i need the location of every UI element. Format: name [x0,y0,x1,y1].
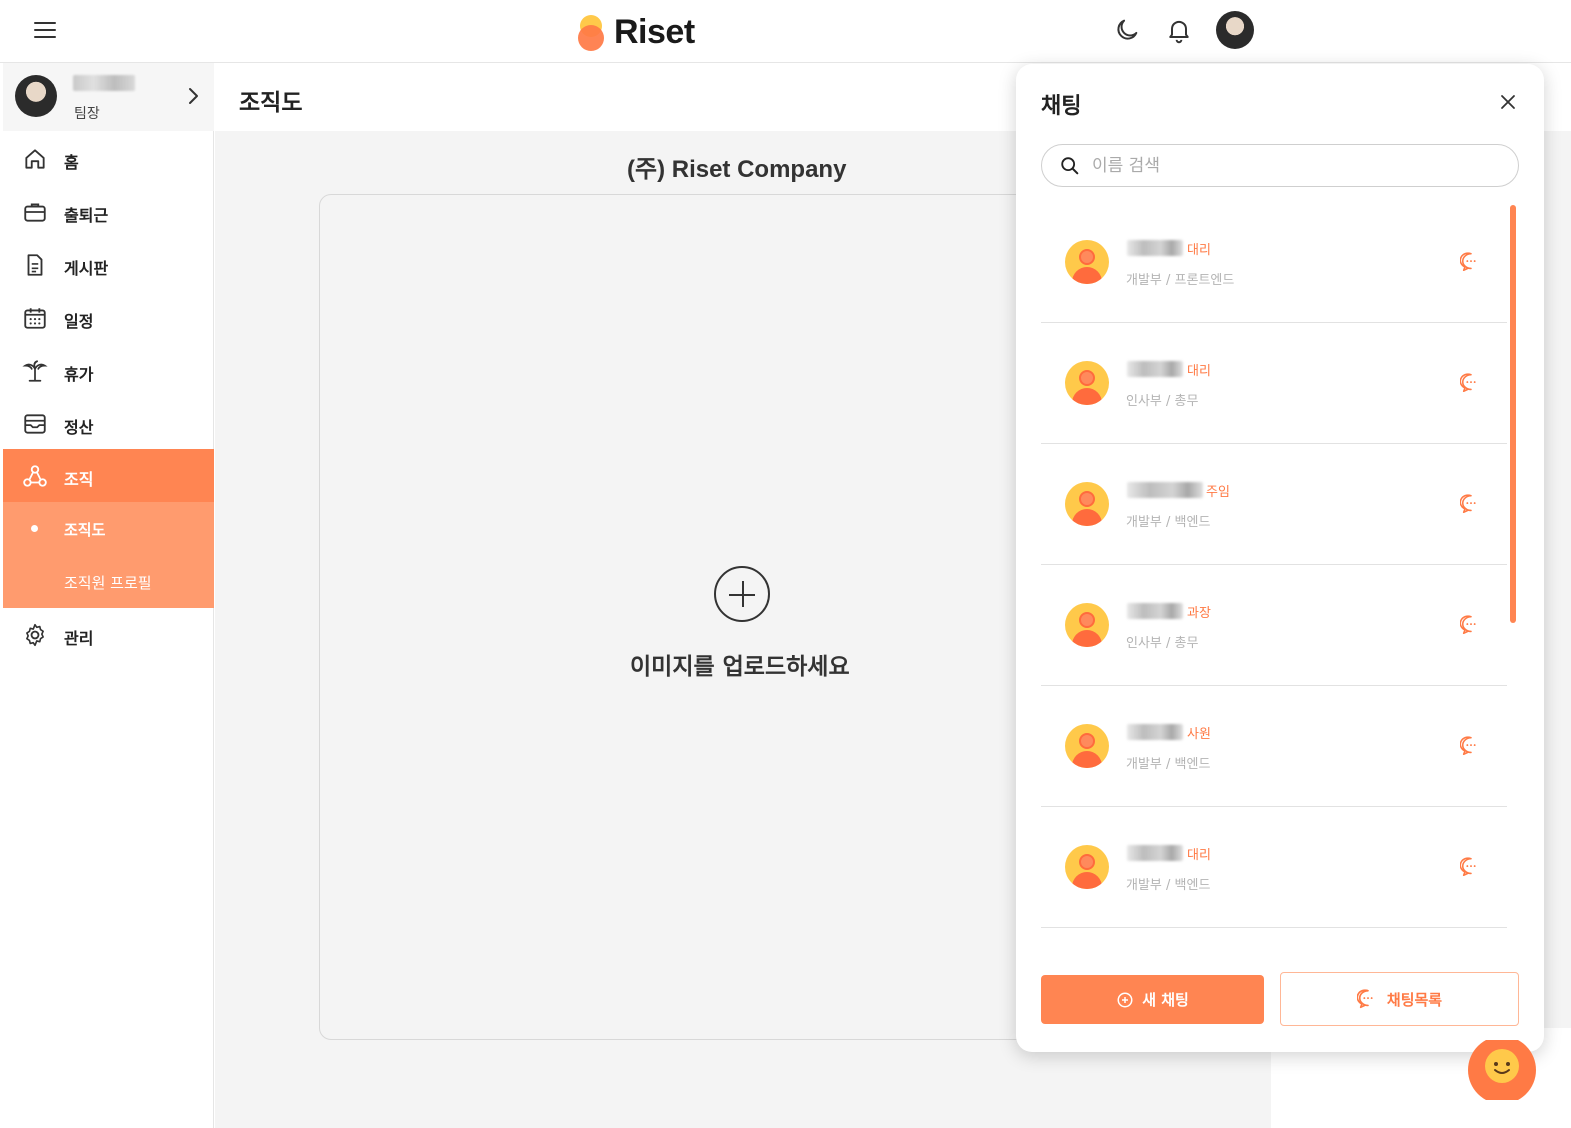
chat-bubble-icon [1356,989,1373,1009]
chat-list-button[interactable]: 채팅목록 [1280,972,1519,1026]
document-icon [27,254,43,276]
contact-rank: 대리 [1187,848,1211,863]
top-header: Riset [0,0,1571,63]
chat-panel: 채팅 대리 개발부 / 프론트엔드 대리 인사부 / 총무 주임 개발부 / 백… [1016,64,1544,1052]
palm-tree-icon [22,360,48,382]
sidebar-item-management[interactable]: 관리 [3,608,214,661]
calendar-icon [24,308,46,329]
profile-name-redacted [73,75,135,91]
plus-circle-icon [1117,992,1133,1007]
contact-name-redacted [1127,603,1183,619]
profile-card[interactable]: 팀장 [3,63,214,131]
contact-rank: 사원 [1187,727,1211,742]
contact-rank: 대리 [1187,243,1211,258]
upload-prompt: 이미지를 업로드하세요 [630,654,850,680]
avatar [15,75,57,117]
sidebar-subitem-label: 조직도 [64,521,106,539]
chat-title: 채팅 [1041,94,1082,119]
logo-text: Riset [614,12,695,51]
search-field[interactable] [1041,144,1519,187]
sidebar-subitem-label: 조직원 프로필 [64,574,152,592]
sidebar-item-vacation[interactable]: 휴가 [3,344,214,397]
chat-bubble-icon[interactable] [1460,251,1482,273]
search-icon [1061,157,1079,175]
sidebar-item-commute[interactable]: 출퇴근 [3,185,214,238]
moon-icon[interactable] [1113,16,1141,44]
org-icon [23,465,47,487]
company-name: (주) Riset Company [627,156,847,183]
sidebar-item-label: 홈 [64,153,79,172]
user-avatar-icon [1065,724,1109,768]
user-avatar-icon [1065,845,1109,889]
contact-dept: 인사부 / 총무 [1126,394,1199,409]
user-avatar[interactable] [1216,11,1254,49]
chat-bubble-icon[interactable] [1460,856,1482,878]
contact-rank: 과장 [1187,606,1211,621]
page-title: 조직도 [239,90,303,116]
contact-list[interactable]: 대리 개발부 / 프론트엔드 대리 인사부 / 총무 주임 개발부 / 백엔드 … [1041,202,1509,992]
sidebar-item-home[interactable]: 홈 [3,132,214,185]
contact-rank: 대리 [1187,364,1211,379]
contact-row[interactable]: 사원 개발부 / 백엔드 [1041,686,1507,807]
archive-icon [24,414,46,434]
sidebar-item-label: 게시판 [64,259,109,278]
chat-bubble-icon[interactable] [1460,735,1482,757]
home-icon [25,149,45,169]
profile-role: 팀장 [74,106,100,122]
contact-rank: 주임 [1206,485,1230,500]
briefcase-icon [24,203,46,222]
sidebar-item-schedule[interactable]: 일정 [3,291,214,344]
chat-list-label: 채팅목록 [1386,990,1443,1009]
sidebar-item-label: 정산 [64,418,94,437]
contact-row[interactable]: 대리 인사부 / 총무 [1041,323,1507,444]
contact-name-redacted [1127,482,1203,498]
sidebar-item-board[interactable]: 게시판 [3,238,214,291]
bell-icon[interactable] [1165,16,1193,44]
menu-icon[interactable] [34,21,56,39]
sidebar-item-label: 관리 [64,629,94,648]
user-avatar-icon [1065,603,1109,647]
logo[interactable]: Riset [578,12,695,52]
scrollbar[interactable] [1510,205,1516,623]
sidebar-item-label: 일정 [64,312,94,331]
sidebar-item-settlement[interactable]: 정산 [3,397,214,450]
plus-circle-icon[interactable] [714,566,770,622]
contact-row[interactable]: 주임 개발부 / 백엔드 [1041,444,1507,565]
chat-bubble-icon[interactable] [1460,614,1482,636]
contact-dept: 개발부 / 백엔드 [1126,878,1211,893]
search-input[interactable] [1092,151,1502,181]
chat-bubble-icon[interactable] [1460,493,1482,515]
contact-name-redacted [1127,240,1183,256]
sidebar-item-label: 출퇴근 [64,206,109,225]
contact-name-redacted [1127,845,1183,861]
contact-dept: 개발부 / 프론트엔드 [1126,273,1235,288]
new-chat-button[interactable]: 새 채팅 [1041,975,1264,1024]
chevron-right-icon[interactable] [186,85,200,107]
contact-dept: 개발부 / 백엔드 [1126,515,1211,530]
sidebar-subitem-member-profile[interactable]: 조직원 프로필 [3,555,214,608]
contact-row[interactable]: 과장 인사부 / 총무 [1041,565,1507,686]
close-icon[interactable] [1499,93,1517,111]
logo-icon [578,13,606,51]
active-dot [31,525,38,532]
contact-row[interactable]: 대리 개발부 / 백엔드 [1041,807,1507,928]
sidebar-item-organization[interactable]: 조직 [3,449,214,502]
user-avatar-icon [1065,361,1109,405]
contact-name-redacted [1127,724,1183,740]
sidebar-submenu: 조직도 조직원 프로필 [3,502,214,608]
contact-row[interactable]: 대리 개발부 / 프론트엔드 [1041,202,1507,323]
user-avatar-icon [1065,240,1109,284]
sun-mascot-icon[interactable] [1466,1040,1538,1100]
gear-icon [26,623,44,647]
contact-dept: 개발부 / 백엔드 [1126,757,1211,772]
sidebar-item-label: 휴가 [64,365,94,384]
chat-bubble-icon[interactable] [1460,372,1482,394]
new-chat-label: 새 채팅 [1142,991,1189,1009]
sidebar-subitem-org-chart[interactable]: 조직도 [3,502,214,555]
contact-name-redacted [1127,361,1183,377]
contact-dept: 인사부 / 총무 [1126,636,1199,651]
sidebar: 팀장 홈 출퇴근 게시판 일정 휴가 정산 조직 조직도 조직원 프로필 관리 [0,63,214,1128]
user-avatar-icon [1065,482,1109,526]
sidebar-item-label: 조직 [64,470,94,489]
